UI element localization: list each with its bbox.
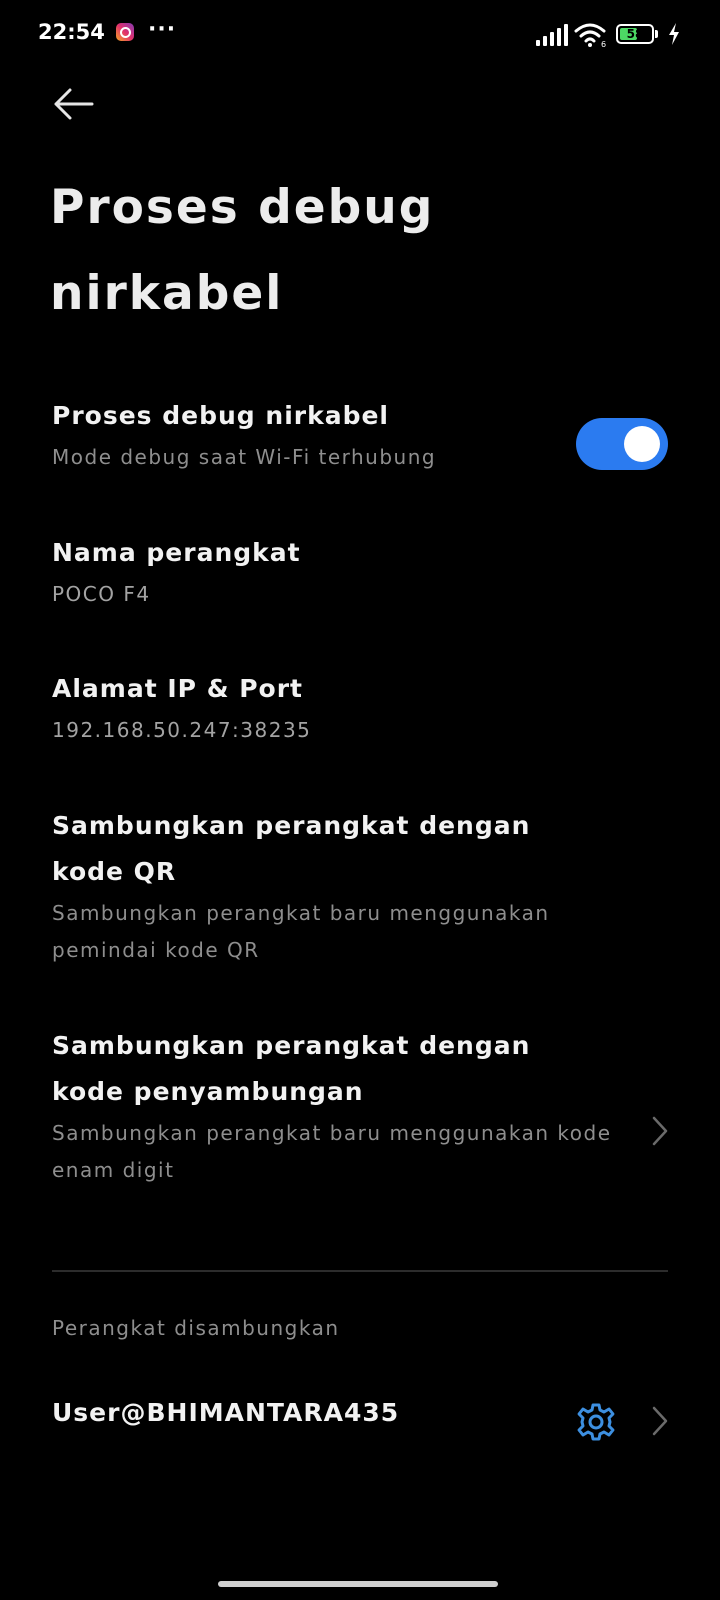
battery-percent: 58 [626,27,644,41]
pair-qr-row[interactable]: Sambungkan perangkat dengan kode QR Samb… [52,803,672,993]
arrow-left-icon [54,88,94,120]
paired-devices-header: Perangkat disambungkan [52,1316,340,1340]
gear-icon [577,1403,615,1441]
pair-qr-subtitle: Sambungkan perangkat baru menggunakan pe… [52,901,550,962]
signal-icon [536,24,568,46]
svg-text:6: 6 [601,40,606,48]
wireless-debug-toggle[interactable] [576,418,668,470]
back-button[interactable] [48,82,100,126]
charging-icon [669,23,679,45]
device-name-title: Nama perangkat [52,538,301,567]
ip-port-row[interactable]: Alamat IP & Port 192.168.50.247:38235 [52,666,672,766]
toggle-knob [624,426,660,462]
pair-code-title: Sambungkan perangkat dengan kode penyamb… [52,1031,531,1106]
ip-port-title: Alamat IP & Port [52,674,303,703]
pair-code-subtitle: Sambungkan perangkat baru menggunakan ko… [52,1121,612,1182]
pair-code-row[interactable]: Sambungkan perangkat dengan kode penyamb… [52,1023,672,1213]
status-time: 22:54 [38,20,105,44]
device-name-row[interactable]: Nama perangkat POCO F4 [52,530,672,630]
more-notifications-icon: ··· [148,17,177,42]
section-divider [52,1270,668,1272]
battery-body: 58 [616,24,654,44]
battery-cap [655,30,658,38]
page-title: Proses debug nirkabel [50,180,435,321]
paired-device-name[interactable]: User@BHIMANTARA435 [52,1398,399,1427]
status-bar: 22:54 ··· 6 58 [0,0,720,70]
battery-icon: 58 [616,24,660,46]
chevron-right-icon [652,1116,668,1146]
chevron-right-icon [652,1406,668,1436]
ip-port-value: 192.168.50.247:38235 [52,718,312,742]
pair-qr-title: Sambungkan perangkat dengan kode QR [52,811,531,886]
device-name-value: POCO F4 [52,582,151,606]
home-indicator[interactable] [218,1581,498,1587]
device-settings-button[interactable] [576,1402,616,1442]
instagram-icon [116,23,134,41]
wifi-icon: 6 [574,23,606,48]
